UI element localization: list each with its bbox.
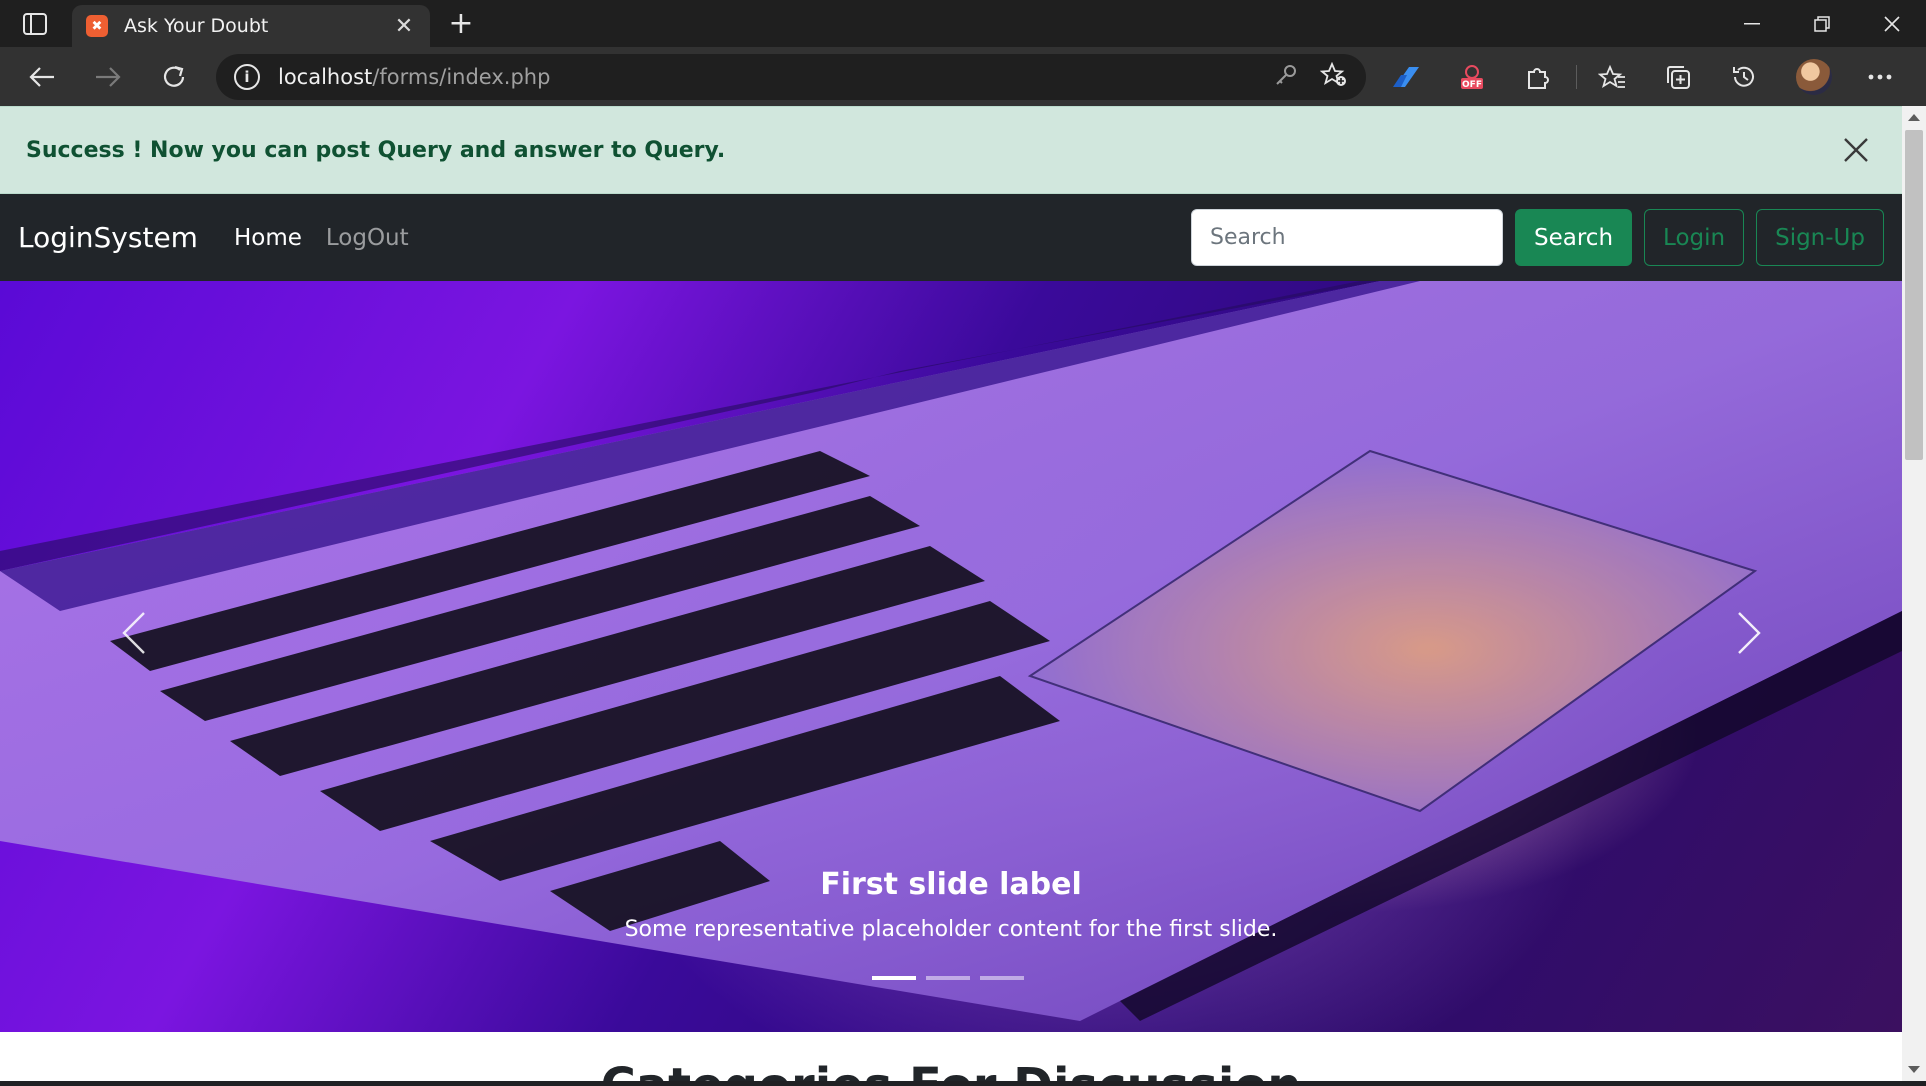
- main-navbar: LoginSystem Home LogOut Search Login Sig…: [0, 194, 1902, 281]
- tab-close-icon[interactable]: ✕: [392, 14, 416, 39]
- page-viewport: Success ! Now you can post Query and ans…: [0, 106, 1902, 1081]
- url-path: /forms/index.php: [372, 65, 551, 89]
- new-tab-icon[interactable]: +: [444, 8, 478, 42]
- carousel-caption-text: Some representative placeholder content …: [624, 917, 1278, 942]
- profile-avatar[interactable]: [1796, 59, 1832, 95]
- scroll-down-icon[interactable]: [1908, 1066, 1920, 1073]
- signup-button[interactable]: Sign-Up: [1756, 209, 1884, 266]
- alert-close-icon[interactable]: [1836, 130, 1876, 170]
- add-favorite-icon[interactable]: [1319, 61, 1348, 92]
- carousel-indicator-3[interactable]: [980, 976, 1024, 980]
- address-bar[interactable]: i localhost/forms/index.php: [216, 54, 1366, 100]
- site-info-icon[interactable]: i: [234, 64, 260, 90]
- more-options-icon[interactable]: [1862, 59, 1898, 95]
- page-scrollbar[interactable]: [1902, 106, 1926, 1081]
- tab-title: Ask Your Doubt: [124, 15, 269, 37]
- extensions-puzzle-icon[interactable]: [1520, 59, 1556, 95]
- browser-tab-strip: ✖ Ask Your Doubt ✕ +: [0, 0, 1926, 47]
- carousel-indicators: [872, 976, 1024, 980]
- carousel-next-icon[interactable]: [1737, 611, 1777, 671]
- carousel-indicator-2[interactable]: [926, 976, 970, 980]
- extension-arrow-icon[interactable]: [1388, 59, 1424, 95]
- browser-tab[interactable]: ✖ Ask Your Doubt ✕: [72, 5, 430, 47]
- navbar-actions: Search Login Sign-Up: [1191, 209, 1884, 266]
- carousel-prev-icon[interactable]: [122, 611, 162, 671]
- close-window-icon[interactable]: [1858, 0, 1926, 47]
- key-icon[interactable]: [1274, 63, 1298, 91]
- favorites-icon[interactable]: [1594, 59, 1630, 95]
- forward-icon[interactable]: [90, 59, 126, 95]
- svg-text:OFF: OFF: [1462, 80, 1482, 90]
- minimize-icon[interactable]: [1718, 0, 1786, 47]
- refresh-icon[interactable]: [156, 59, 192, 95]
- history-icon[interactable]: [1726, 59, 1762, 95]
- alert-message: Success ! Now you can post Query and ans…: [26, 137, 726, 163]
- hero-carousel: First slide label Some representative pl…: [0, 281, 1902, 1032]
- tab-actions-icon[interactable]: [18, 12, 52, 36]
- collections-icon[interactable]: [1660, 59, 1696, 95]
- extension-off-icon[interactable]: OFF: [1454, 59, 1490, 95]
- navbar-brand[interactable]: LoginSystem: [18, 221, 198, 254]
- search-button[interactable]: Search: [1515, 209, 1633, 266]
- url-host: localhost: [278, 65, 373, 89]
- scrollbar-thumb[interactable]: [1905, 130, 1923, 460]
- scroll-up-icon[interactable]: [1908, 114, 1920, 121]
- browser-toolbar: i localhost/forms/index.php OFF: [0, 47, 1926, 106]
- nav-link-home[interactable]: Home: [234, 225, 302, 251]
- login-button[interactable]: Login: [1644, 209, 1745, 266]
- xampp-favicon-icon: ✖: [86, 15, 108, 37]
- carousel-indicator-1[interactable]: [872, 976, 916, 980]
- categories-heading: Categories For Discussion: [0, 1058, 1902, 1081]
- success-alert: Success ! Now you can post Query and ans…: [0, 106, 1902, 194]
- carousel-caption-title: First slide label: [820, 867, 1082, 902]
- restore-icon[interactable]: [1788, 0, 1856, 47]
- search-input[interactable]: [1191, 209, 1503, 266]
- back-icon[interactable]: [24, 59, 60, 95]
- toolbar-separator: [1576, 65, 1577, 89]
- nav-link-logout[interactable]: LogOut: [326, 225, 409, 251]
